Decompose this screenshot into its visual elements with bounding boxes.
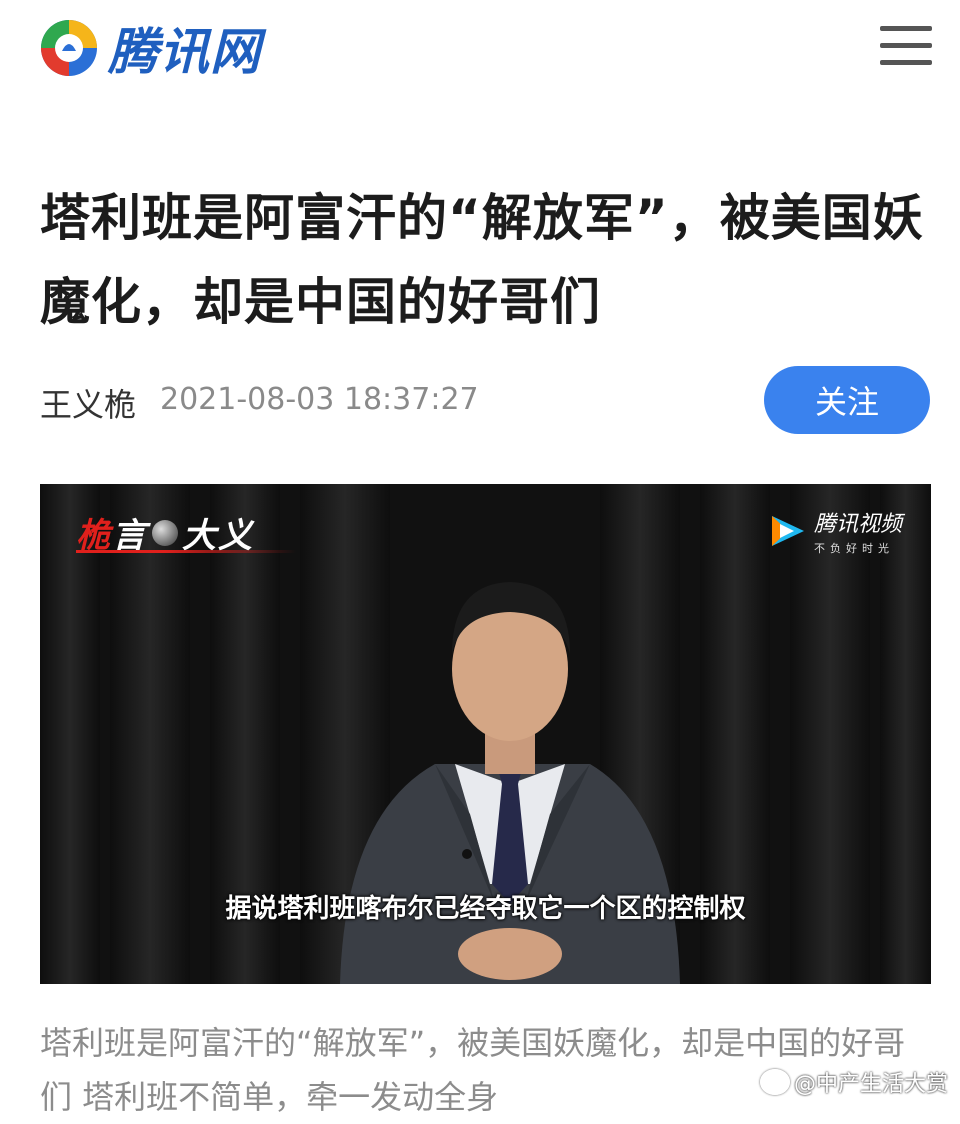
logo-text: 腾讯网 [108, 23, 261, 81]
top-bar: 腾讯网 [0, 0, 960, 110]
article-title: 塔利班是阿富汗的“解放军”，被美国妖魔化，却是中国的好哥们 [40, 189, 924, 331]
tencent-news-logo[interactable]: 腾讯网 [38, 16, 261, 81]
weibo-watermark: @中产生活大赏 [760, 1066, 948, 1098]
tencent-video-play-icon [772, 516, 804, 546]
hamburger-menu-icon[interactable] [880, 26, 932, 66]
watermark-text: @中产生活大赏 [794, 1072, 949, 1097]
publish-time: 2021-08-03 18:37:27 [160, 382, 479, 417]
tencent-logo-icon [38, 17, 100, 79]
show-logo-underline [76, 550, 296, 553]
weibo-icon [760, 1069, 790, 1095]
video-player[interactable]: 桅 言 大义 腾讯视频 不负好时光 据说塔利班喀布尔已经夺取它一个区的控制权 [40, 484, 931, 984]
video-subtitle: 据说塔利班喀布尔已经夺取它一个区的控制权 [225, 894, 746, 924]
globe-icon [152, 519, 178, 546]
platform-slogan: 不负好时光 [814, 542, 894, 555]
author-name[interactable]: 王义桅 [40, 380, 136, 426]
tencent-video-logo: 腾讯视频 不负好时光 [768, 512, 902, 556]
platform-name: 腾讯视频 [814, 512, 903, 537]
follow-button[interactable]: 关注 [764, 366, 930, 434]
